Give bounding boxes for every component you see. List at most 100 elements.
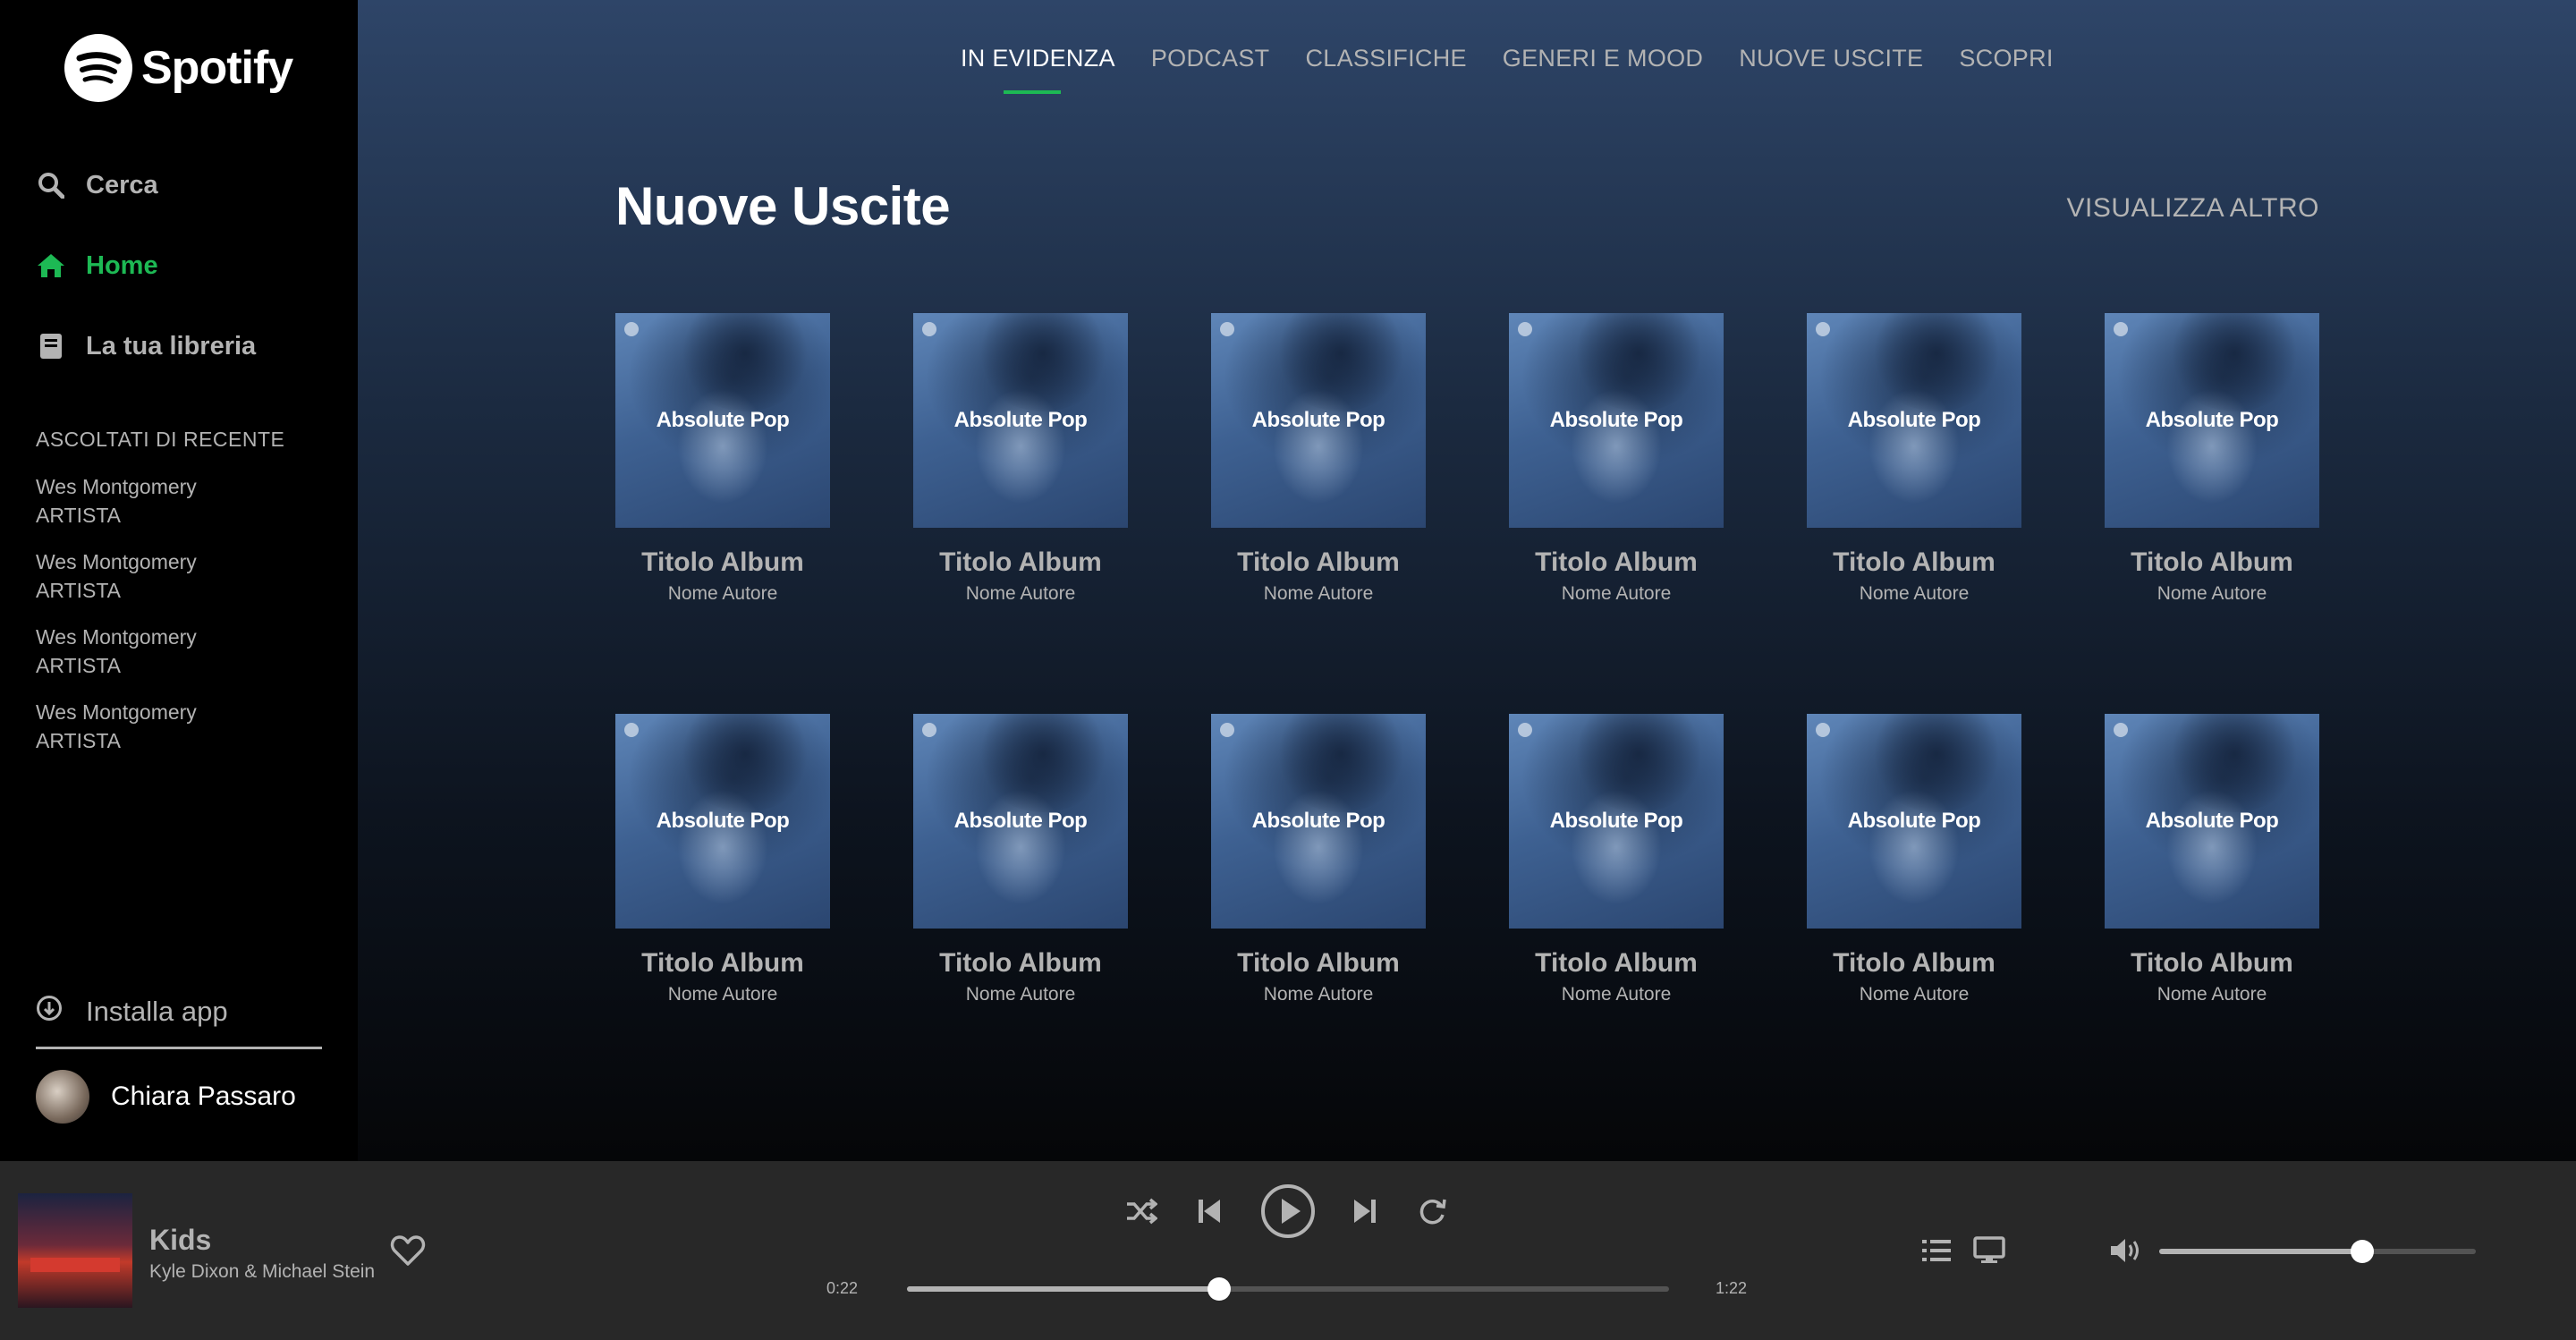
album-author[interactable]: Nome Autore	[1211, 583, 1426, 605]
spotify-logo[interactable]: Spotify	[64, 34, 293, 102]
recent-item[interactable]: Wes Montgomery ARTISTA	[36, 472, 197, 530]
album-cover-title: Absolute Pop	[656, 408, 790, 432]
album-cover-title: Absolute Pop	[656, 809, 790, 833]
album-card[interactable]: Absolute Pop Titolo Album Nome Autore	[1807, 714, 2021, 1005]
track-title[interactable]: Kids	[149, 1224, 211, 1257]
album-cover[interactable]: Absolute Pop	[615, 714, 830, 929]
album-card[interactable]: Absolute Pop Titolo Album Nome Autore	[1509, 313, 1724, 605]
cover-art-shape	[1274, 714, 1408, 812]
spotify-badge-icon	[1518, 723, 1532, 737]
album-card[interactable]: Absolute Pop Titolo Album Nome Autore	[615, 714, 830, 1005]
cover-band	[30, 1258, 120, 1272]
album-cover[interactable]: Absolute Pop	[1211, 714, 1426, 929]
album-title[interactable]: Titolo Album	[1509, 547, 1724, 578]
tab-scopri[interactable]: SCOPRI	[1959, 45, 2053, 72]
album-card[interactable]: Absolute Pop Titolo Album Nome Autore	[913, 313, 1128, 605]
library-icon	[36, 331, 66, 361]
recent-item-name: Wes Montgomery	[36, 550, 197, 573]
album-cover[interactable]: Absolute Pop	[1509, 313, 1724, 528]
album-title[interactable]: Titolo Album	[615, 547, 830, 578]
nav-item-search[interactable]: Cerca	[36, 170, 158, 200]
album-author[interactable]: Nome Autore	[913, 984, 1128, 1005]
album-cover[interactable]: Absolute Pop	[615, 313, 830, 528]
like-button[interactable]	[390, 1234, 426, 1271]
tab-nuove-uscite[interactable]: NUOVE USCITE	[1739, 45, 1923, 72]
album-card[interactable]: Absolute Pop Titolo Album Nome Autore	[913, 714, 1128, 1005]
album-card[interactable]: Absolute Pop Titolo Album Nome Autore	[2105, 714, 2319, 1005]
album-title[interactable]: Titolo Album	[2105, 948, 2319, 979]
see-more-link[interactable]: VISUALIZZA ALTRO	[2066, 193, 2319, 224]
album-cover-title: Absolute Pop	[953, 809, 1088, 833]
album-author[interactable]: Nome Autore	[1509, 984, 1724, 1005]
logo-text: Spotify	[141, 42, 293, 94]
album-author[interactable]: Nome Autore	[1807, 984, 2021, 1005]
recent-item[interactable]: Wes Montgomery ARTISTA	[36, 547, 197, 605]
tab-in-evidenza[interactable]: IN EVIDENZA	[961, 45, 1115, 94]
album-cover[interactable]: Absolute Pop	[1807, 313, 2021, 528]
nav-item-home[interactable]: Home	[36, 250, 158, 281]
volume-button[interactable]	[2109, 1236, 2143, 1269]
volume-slider[interactable]	[2159, 1240, 2476, 1263]
shuffle-button[interactable]	[1125, 1197, 1158, 1230]
album-cover[interactable]: Absolute Pop	[913, 313, 1128, 528]
album-cover[interactable]: Absolute Pop	[1509, 714, 1724, 929]
cover-art-shape	[1869, 714, 2004, 812]
track-artist[interactable]: Kyle Dixon & Michael Stein	[149, 1261, 375, 1283]
album-author[interactable]: Nome Autore	[1509, 583, 1724, 605]
album-card[interactable]: Absolute Pop Titolo Album Nome Autore	[615, 313, 830, 605]
album-cover[interactable]: Absolute Pop	[1807, 714, 2021, 929]
recent-item-type: ARTISTA	[36, 654, 121, 677]
album-title[interactable]: Titolo Album	[1211, 948, 1426, 979]
spotify-badge-icon	[624, 723, 639, 737]
now-playing-cover[interactable]	[18, 1193, 132, 1308]
album-card[interactable]: Absolute Pop Titolo Album Nome Autore	[2105, 313, 2319, 605]
recent-item-name: Wes Montgomery	[36, 625, 197, 649]
devices-button[interactable]	[1973, 1236, 2005, 1269]
album-title[interactable]: Titolo Album	[1211, 547, 1426, 578]
album-author[interactable]: Nome Autore	[2105, 984, 2319, 1005]
nav-item-library[interactable]: La tua libreria	[36, 331, 256, 361]
user-profile[interactable]: Chiara Passaro	[36, 1070, 296, 1124]
recent-item[interactable]: Wes Montgomery ARTISTA	[36, 698, 197, 755]
next-button[interactable]	[1352, 1197, 1377, 1230]
album-author[interactable]: Nome Autore	[615, 583, 830, 605]
album-title[interactable]: Titolo Album	[913, 948, 1128, 979]
spotify-badge-icon	[1220, 322, 1234, 336]
album-card[interactable]: Absolute Pop Titolo Album Nome Autore	[1211, 313, 1426, 605]
album-card[interactable]: Absolute Pop Titolo Album Nome Autore	[1807, 313, 2021, 605]
install-app-button[interactable]: Installa app	[36, 995, 228, 1029]
album-author[interactable]: Nome Autore	[615, 984, 830, 1005]
tab-classifiche[interactable]: CLASSIFICHE	[1305, 45, 1466, 72]
repeat-button[interactable]	[1417, 1197, 1447, 1230]
recent-item[interactable]: Wes Montgomery ARTISTA	[36, 623, 197, 680]
sidebar-divider	[36, 1047, 322, 1049]
cover-art-shape	[1572, 714, 1706, 812]
album-cover[interactable]: Absolute Pop	[1211, 313, 1426, 528]
album-card[interactable]: Absolute Pop Titolo Album Nome Autore	[1509, 714, 1724, 1005]
album-author[interactable]: Nome Autore	[913, 583, 1128, 605]
album-author[interactable]: Nome Autore	[2105, 583, 2319, 605]
tab-podcast[interactable]: PODCAST	[1151, 45, 1270, 72]
album-cover[interactable]: Absolute Pop	[2105, 714, 2319, 929]
album-title[interactable]: Titolo Album	[2105, 547, 2319, 578]
album-card[interactable]: Absolute Pop Titolo Album Nome Autore	[1211, 714, 1426, 1005]
nav-label-home: Home	[86, 250, 158, 280]
play-button[interactable]	[1259, 1183, 1317, 1244]
album-title[interactable]: Titolo Album	[913, 547, 1128, 578]
tab-generi-e-mood[interactable]: GENERI E MOOD	[1503, 45, 1703, 72]
volume-handle[interactable]	[2350, 1240, 2374, 1263]
queue-button[interactable]	[1921, 1238, 1952, 1268]
album-title[interactable]: Titolo Album	[1807, 547, 2021, 578]
album-author[interactable]: Nome Autore	[1211, 984, 1426, 1005]
album-title[interactable]: Titolo Album	[615, 948, 830, 979]
album-title[interactable]: Titolo Album	[1509, 948, 1724, 979]
progress-bar[interactable]	[907, 1277, 1669, 1301]
album-cover[interactable]: Absolute Pop	[2105, 313, 2319, 528]
album-cover-title: Absolute Pop	[2145, 408, 2279, 432]
previous-button[interactable]	[1197, 1197, 1222, 1230]
album-cover[interactable]: Absolute Pop	[913, 714, 1128, 929]
skip-forward-icon	[1354, 1200, 1376, 1223]
progress-handle[interactable]	[1208, 1277, 1232, 1301]
album-author[interactable]: Nome Autore	[1807, 583, 2021, 605]
album-title[interactable]: Titolo Album	[1807, 948, 2021, 979]
